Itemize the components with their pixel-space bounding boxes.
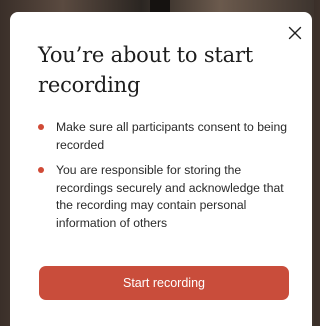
start-recording-button[interactable]: Start recording — [39, 266, 289, 300]
close-button[interactable] — [288, 26, 302, 40]
point-text: You are responsible for storing the reco… — [56, 163, 284, 230]
dialog-title: You’re about to start recording — [38, 43, 254, 97]
close-icon — [288, 26, 302, 40]
consent-points-list: Make sure all participants consent to be… — [38, 119, 288, 240]
point-text: Make sure all participants consent to be… — [56, 120, 288, 152]
backdrop — [150, 0, 170, 12]
bullet-dot — [38, 124, 44, 130]
recording-dialog: You’re about to start recording Make sur… — [10, 12, 312, 326]
list-item: Make sure all participants consent to be… — [38, 119, 288, 154]
bullet-dot — [38, 167, 44, 173]
list-item: You are responsible for storing the reco… — [38, 162, 288, 232]
